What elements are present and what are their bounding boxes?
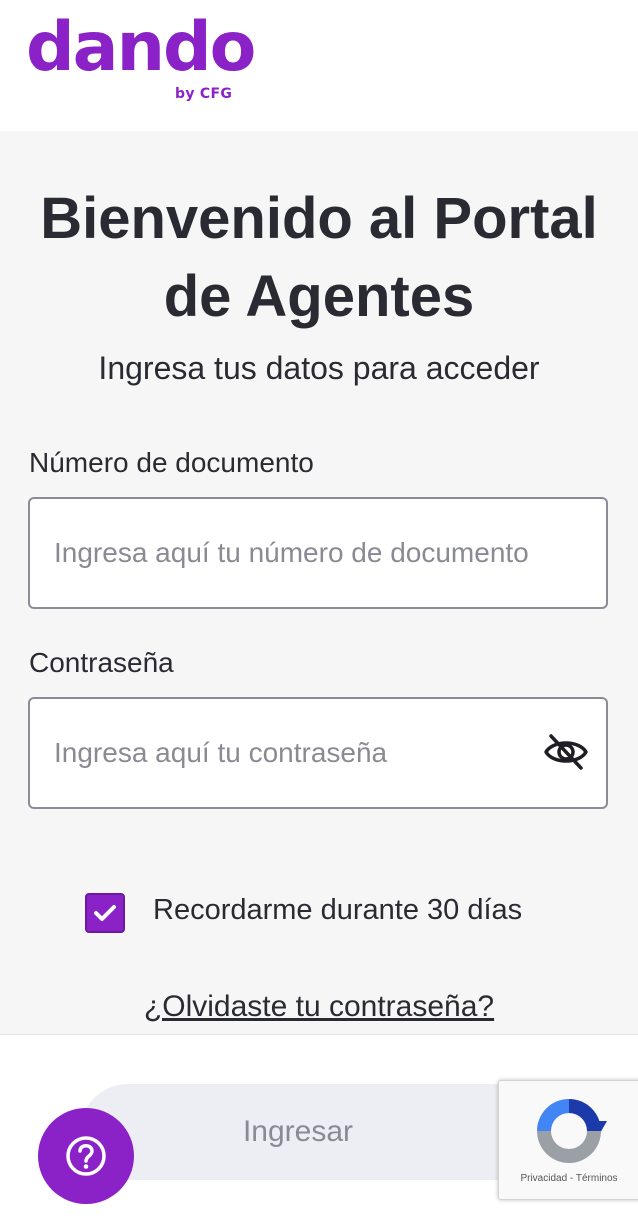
header: dando by CFG (0, 0, 638, 131)
recaptcha-terms-link[interactable]: Términos (576, 1173, 618, 1184)
recaptcha-privacy-link[interactable]: Privacidad (520, 1173, 567, 1184)
check-icon (94, 905, 116, 921)
logo-subtext: by CFG (175, 86, 233, 102)
dando-logo[interactable]: dando (26, 14, 256, 82)
question-circle-icon (66, 1136, 106, 1176)
remember-label[interactable]: Recordarme durante 30 días (153, 894, 522, 927)
password-input[interactable] (28, 697, 608, 809)
page-subtitle: Ingresa tus datos para acceder (98, 350, 540, 386)
recaptcha-icon (537, 1099, 607, 1163)
recaptcha-separator: - (567, 1173, 576, 1184)
recaptcha-links: Privacidad - Términos (499, 1173, 638, 1184)
eye-off-icon[interactable] (543, 732, 589, 772)
forgot-password-link[interactable]: ¿Olvidaste tu contraseña? (0, 990, 638, 1024)
recaptcha-badge[interactable]: Privacidad - Términos (498, 1080, 638, 1200)
help-button[interactable] (38, 1108, 134, 1204)
document-label: Número de documento (29, 447, 314, 478)
remember-checkbox[interactable] (85, 893, 125, 933)
page-title: Bienvenido al Portal de Agentes (40, 186, 598, 329)
document-number-input[interactable] (28, 497, 608, 609)
password-label: Contraseña (29, 647, 174, 678)
forgot-password-text[interactable]: ¿Olvidaste tu contraseña? (144, 990, 494, 1023)
